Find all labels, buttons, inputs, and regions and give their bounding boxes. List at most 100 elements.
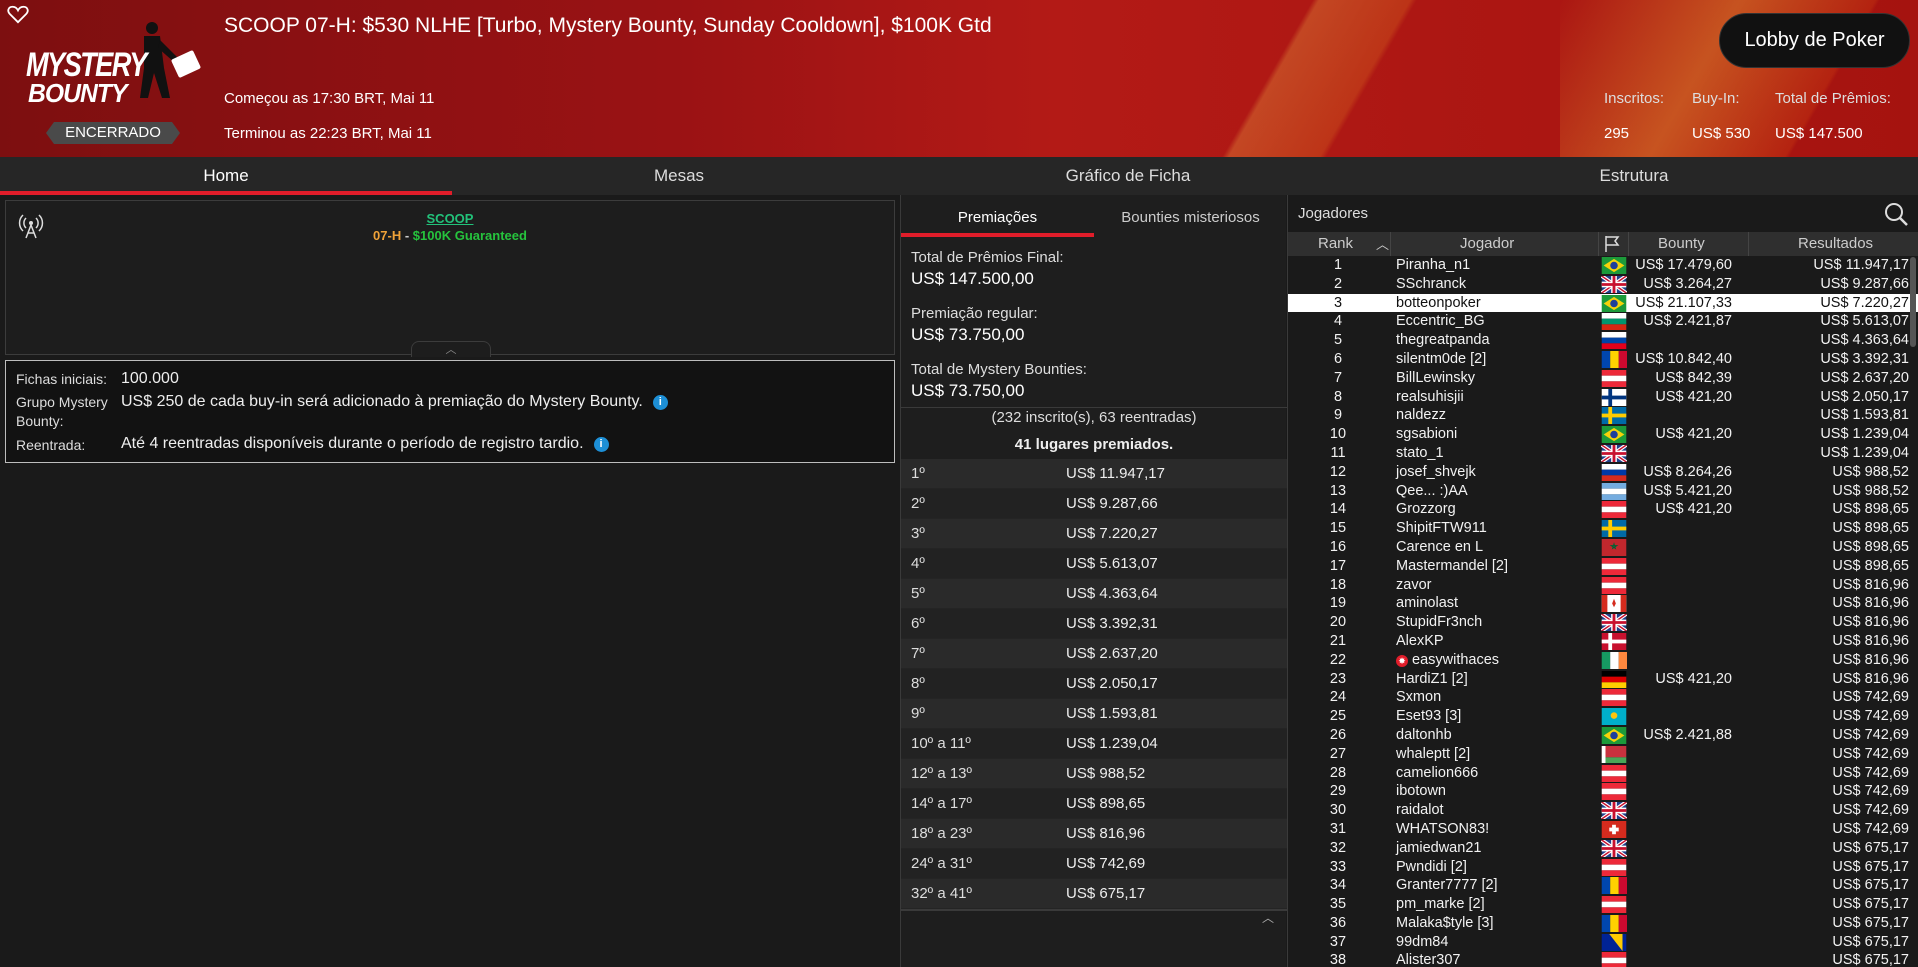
payout-amount: US$ 988,52	[1066, 765, 1146, 782]
player-name: Eccentric_BG	[1396, 312, 1485, 331]
flag-md-icon	[1601, 914, 1627, 932]
player-row[interactable]: 36 Malaka$tyle [3] US$ 675,17	[1288, 914, 1918, 933]
player-row[interactable]: 11 stato_1 US$ 1.239,04	[1288, 444, 1918, 463]
player-row[interactable]: 7 BillLewinsky US$ 842,39 US$ 2.637,20	[1288, 369, 1918, 388]
player-row[interactable]: 10 sgsabioni US$ 421,20 US$ 1.239,04	[1288, 425, 1918, 444]
player-row[interactable]: 34 Granter7777 [2] US$ 675,17	[1288, 876, 1918, 895]
player-row[interactable]: 26 daltonhb US$ 2.421,88 US$ 742,69	[1288, 726, 1918, 745]
prizes-panel: Premiações Bounties misteriosos Total de…	[900, 195, 1287, 967]
tab-structure[interactable]: Estrutura	[1350, 157, 1918, 195]
player-rank: 26	[1329, 726, 1347, 743]
column-bounty[interactable]: Bounty	[1658, 235, 1705, 252]
player-name: sgsabioni	[1396, 425, 1457, 444]
player-name-text: pm_marke [2]	[1396, 896, 1485, 913]
player-result: US$ 742,69	[1832, 802, 1909, 819]
search-icon[interactable]	[1883, 201, 1909, 227]
payout-place: 7º	[911, 645, 925, 662]
player-name-text: aminolast	[1396, 595, 1459, 612]
player-rank: 35	[1329, 896, 1347, 913]
players-scrollbar[interactable]	[1910, 257, 1916, 347]
player-row[interactable]: 32 jamiedwan21 US$ 675,17	[1288, 839, 1918, 858]
player-row[interactable]: 1 Piranha_n1 US$ 17.479,60 US$ 11.947,17	[1288, 256, 1918, 275]
player-name-text: 99dm84	[1396, 933, 1449, 950]
player-row[interactable]: 8 realsuhisjii US$ 421,20 US$ 2.050,17	[1288, 388, 1918, 407]
chevron-up-icon: ︿	[445, 344, 457, 356]
player-row[interactable]: 17 Mastermandel [2] US$ 898,65	[1288, 557, 1918, 576]
player-row[interactable]: 4 Eccentric_BG US$ 2.421,87 US$ 5.613,07	[1288, 312, 1918, 331]
player-row[interactable]: 23 HardiZ1 [2] US$ 421,20 US$ 816,96	[1288, 670, 1918, 689]
flag-se-icon	[1601, 520, 1627, 538]
player-row[interactable]: 12 josef_shvejk US$ 8.264,26 US$ 988,52	[1288, 463, 1918, 482]
tab-tables[interactable]: Mesas	[452, 157, 906, 195]
collapse-info-button[interactable]: ︿	[411, 341, 491, 357]
player-row[interactable]: 2 SSchranck US$ 3.264,27 US$ 9.287,66	[1288, 275, 1918, 294]
payout-place: 10º a 11º	[911, 735, 971, 752]
tournament-header: MYSTERY BOUNTY ENCERRADO SCOOP 07-H: $53…	[0, 0, 1918, 157]
payout-amount: US$ 5.613,07	[1066, 555, 1158, 572]
collapse-payouts-button[interactable]: ︿	[1253, 909, 1283, 925]
flag-column-icon[interactable]	[1603, 235, 1621, 253]
series-link[interactable]: SCOOP	[6, 211, 894, 226]
payout-amount: US$ 816,96	[1066, 825, 1146, 842]
player-result: US$ 816,96	[1832, 632, 1909, 649]
player-name: WHATSON83!	[1396, 820, 1489, 839]
flag-gb-icon	[1601, 444, 1627, 462]
player-row[interactable]: 20 StupidFr3nch US$ 816,96	[1288, 613, 1918, 632]
player-row[interactable]: 35 pm_marke [2] US$ 675,17	[1288, 895, 1918, 914]
info-icon[interactable]: i	[652, 395, 668, 410]
player-row[interactable]: 33 Pwndidi [2] US$ 675,17	[1288, 858, 1918, 877]
player-row[interactable]: 22 ✸ easywithaces US$ 816,96	[1288, 651, 1918, 670]
player-row[interactable]: 31 WHATSON83! US$ 742,69	[1288, 820, 1918, 839]
player-row[interactable]: 18 zavor US$ 816,96	[1288, 576, 1918, 595]
player-row[interactable]: 15 ShipitFTW911 US$ 898,65	[1288, 519, 1918, 538]
player-result: US$ 675,17	[1832, 858, 1909, 875]
player-row[interactable]: 21 AlexKP US$ 816,96	[1288, 632, 1918, 651]
player-name: 99dm84	[1396, 933, 1448, 952]
player-row[interactable]: 3 botteonpoker US$ 21.107,33 US$ 7.220,27	[1288, 293, 1918, 313]
payout-amount: US$ 7.220,27	[1066, 525, 1158, 542]
payout-row: 1º US$ 11.947,17	[901, 459, 1287, 489]
column-player[interactable]: Jogador	[1460, 235, 1514, 252]
player-row[interactable]: 16 Carence en L US$ 898,65	[1288, 538, 1918, 557]
player-row[interactable]: 30 raidalot US$ 742,69	[1288, 801, 1918, 820]
info-icon[interactable]: i	[593, 437, 609, 452]
player-name: daltonhb	[1396, 726, 1452, 745]
player-row[interactable]: 5 thegreatpanda US$ 4.363,64	[1288, 331, 1918, 350]
column-results[interactable]: Resultados	[1798, 235, 1873, 252]
player-rank: 31	[1329, 820, 1347, 837]
player-row[interactable]: 37 99dm84 US$ 675,17	[1288, 933, 1918, 952]
player-row[interactable]: 14 Grozzorg US$ 421,20 US$ 898,65	[1288, 500, 1918, 519]
tab-chip-graph[interactable]: Gráfico de Ficha	[906, 157, 1350, 195]
tab-home[interactable]: Home	[0, 157, 452, 195]
reentry-label: Reentrada:	[16, 437, 86, 453]
player-row[interactable]: 19 aminolast US$ 816,96	[1288, 594, 1918, 613]
player-result: US$ 898,65	[1832, 501, 1909, 518]
player-row[interactable]: 28 camelion666 US$ 742,69	[1288, 764, 1918, 783]
player-result: US$ 675,17	[1832, 877, 1909, 894]
sort-asc-icon[interactable]: ︿	[1376, 234, 1389, 253]
flag-de-icon	[1601, 670, 1627, 688]
player-row[interactable]: 9 naldezz US$ 1.593,81	[1288, 406, 1918, 425]
payout-place: 2º	[911, 495, 925, 512]
poker-lobby-button[interactable]: Lobby de Poker	[1719, 13, 1910, 68]
player-row[interactable]: 13 Qee... :)AA US$ 5.421,20 US$ 988,52	[1288, 482, 1918, 501]
player-row[interactable]: 6 silentm0de [2] US$ 10.842,40 US$ 3.392,31	[1288, 350, 1918, 369]
tab-prizes[interactable]: Premiações	[901, 195, 1094, 237]
player-row[interactable]: 29 ibotown US$ 742,69	[1288, 782, 1918, 801]
player-rank: 19	[1329, 595, 1347, 612]
player-row[interactable]: 38 Alister307 US$ 675,17	[1288, 951, 1918, 967]
player-row[interactable]: 25 Eset93 [3] US$ 742,69	[1288, 707, 1918, 726]
player-row[interactable]: 24 Sxmon US$ 742,69	[1288, 688, 1918, 707]
player-name-text: camelion666	[1396, 764, 1479, 781]
payout-row: 7º US$ 2.637,20	[901, 639, 1287, 669]
player-name: BillLewinsky	[1396, 369, 1475, 388]
player-rank: 12	[1329, 463, 1347, 480]
payout-amount: US$ 675,17	[1066, 885, 1146, 902]
main-tabs: Home Mesas Gráfico de Ficha Estrutura	[0, 157, 1918, 195]
player-bounty: US$ 2.421,87	[1643, 313, 1732, 330]
tab-mystery-bounties[interactable]: Bounties misteriosos	[1094, 195, 1287, 237]
flag-dk-icon	[1601, 632, 1627, 650]
player-name: zavor	[1396, 576, 1431, 595]
column-rank[interactable]: Rank	[1318, 235, 1353, 252]
player-row[interactable]: 27 whaleptt [2] US$ 742,69	[1288, 745, 1918, 764]
